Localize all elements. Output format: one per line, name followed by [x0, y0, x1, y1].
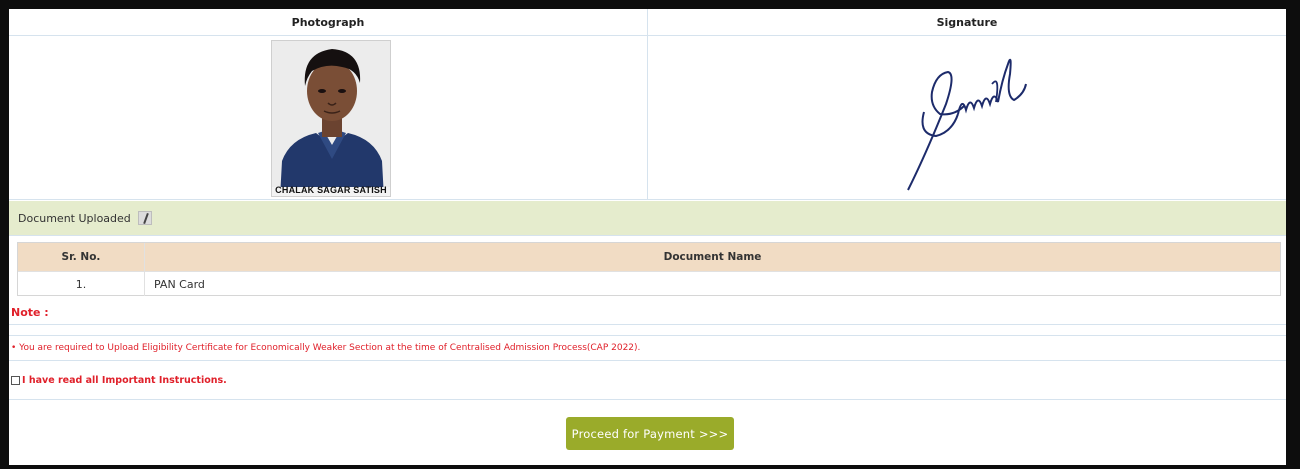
application-summary: Photograph Signature CHALAK SAGAR SATISH… [9, 9, 1286, 465]
note-text-row: • You are required to Upload Eligibility… [9, 335, 1286, 361]
proceed-for-payment-button[interactable]: Proceed for Payment >>> [566, 417, 734, 450]
signature-image [907, 58, 1027, 191]
signature-cell [648, 36, 1286, 199]
documents-table: Sr. No. Document Name 1. PAN Card [17, 242, 1281, 296]
instructions-checkbox-label[interactable]: I have read all Important Instructions. [22, 375, 227, 386]
instructions-checkbox[interactable] [11, 376, 20, 385]
photograph-header: Photograph [9, 9, 648, 35]
column-header-sr-no: Sr. No. [18, 243, 145, 271]
upload-images-row: CHALAK SAGAR SATISH [9, 36, 1286, 200]
photograph-cell: CHALAK SAGAR SATISH [9, 36, 648, 199]
pencil-edit-icon[interactable] [137, 211, 152, 225]
note-title: Note : [11, 306, 49, 319]
signature-header: Signature [936, 15, 998, 29]
page-frame: Photograph Signature CHALAK SAGAR SATISH… [0, 0, 1300, 469]
upload-header-row: Photograph Signature [9, 9, 1286, 36]
document-uploaded-label: Document Uploaded [18, 211, 131, 225]
table-row: 1. PAN Card [18, 271, 1280, 296]
documents-table-header: Sr. No. Document Name [18, 243, 1280, 271]
note-title-row: Note : [9, 301, 1286, 325]
document-name-cell: PAN Card [154, 277, 205, 291]
column-header-document-name: Document Name [663, 251, 762, 263]
instructions-checkbox-row: I have read all Important Instructions. [9, 362, 1286, 400]
candidate-signature [896, 44, 1041, 194]
note-text: • You are required to Upload Eligibility… [11, 343, 641, 353]
candidate-photo: CHALAK SAGAR SATISH [271, 40, 391, 197]
candidate-photo-image [272, 41, 390, 196]
document-uploaded-band: Document Uploaded [9, 201, 1286, 236]
photo-caption: CHALAK SAGAR SATISH [275, 185, 387, 195]
sr-no-cell: 1. [18, 272, 145, 296]
